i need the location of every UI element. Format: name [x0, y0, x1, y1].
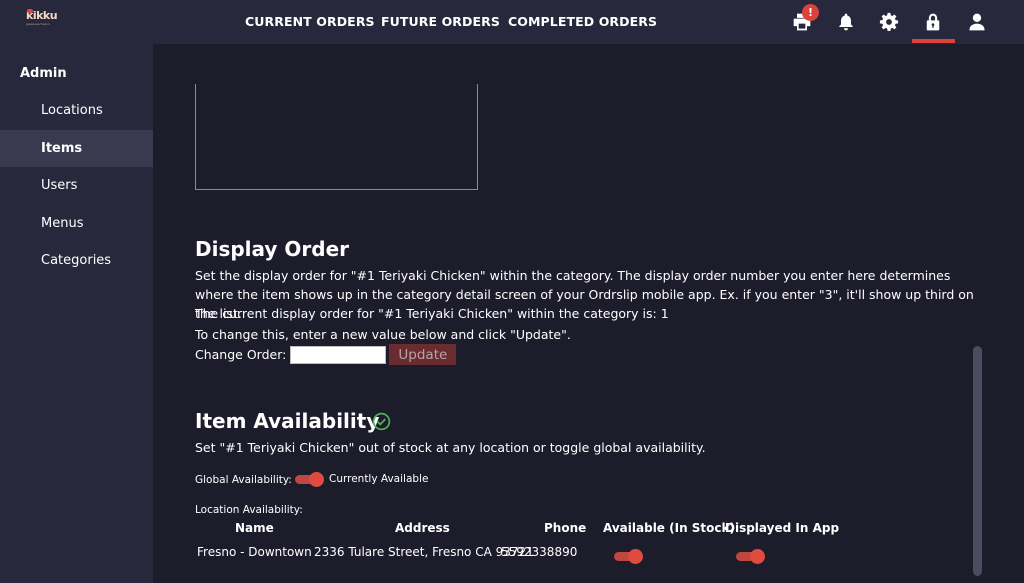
- location-name: Fresno - Downtown: [197, 545, 312, 559]
- main-scrollbar[interactable]: [973, 346, 982, 576]
- sidebar: Admin Locations Items Users Menus Catego…: [0, 44, 153, 583]
- availability-description: Set "#1 Teriyaki Chicken" out of stock a…: [195, 440, 706, 455]
- sidebar-item-users[interactable]: Users: [0, 167, 153, 204]
- location-availability-label: Location Availability:: [195, 504, 303, 516]
- brand-logo[interactable]: kikku japanese fusion: [26, 9, 58, 34]
- toggle-knob: [750, 549, 765, 564]
- toggle-knob: [628, 549, 643, 564]
- sidebar-item-categories[interactable]: Categories: [0, 242, 153, 279]
- user-icon[interactable]: [966, 11, 988, 33]
- logo-subtext: japanese fusion: [26, 22, 50, 26]
- display-order-title: Display Order: [195, 237, 350, 261]
- printer-alert-badge: !: [802, 4, 819, 21]
- item-image-frame[interactable]: [195, 84, 478, 190]
- location-phone: 5592338890: [501, 545, 578, 559]
- change-order-label: Change Order:: [195, 347, 287, 362]
- displayed-toggle[interactable]: [736, 549, 766, 564]
- global-availability-status: Currently Available: [329, 473, 429, 485]
- global-availability-toggle[interactable]: [295, 472, 325, 487]
- change-order-row: Change Order: Update: [195, 344, 457, 365]
- column-header-name: Name: [235, 521, 274, 535]
- available-toggle[interactable]: [614, 549, 644, 564]
- change-order-instruction: To change this, enter a new value below …: [195, 327, 571, 342]
- nav-current-orders[interactable]: CURRENT ORDERS: [245, 14, 375, 29]
- logo-accent: [27, 9, 33, 13]
- main-content: Display Order Set the display order for …: [153, 44, 1024, 583]
- column-header-available: Available (In Stock): [603, 521, 735, 535]
- active-tab-indicator: [912, 39, 955, 43]
- sidebar-item-locations[interactable]: Locations: [0, 92, 153, 129]
- column-header-phone: Phone: [544, 521, 587, 535]
- global-availability-label: Global Availability:: [195, 474, 292, 486]
- current-order-text: The current display order for "#1 Teriya…: [195, 306, 669, 321]
- column-header-address: Address: [395, 521, 450, 535]
- nav-future-orders[interactable]: FUTURE ORDERS: [381, 14, 500, 29]
- sidebar-item-menus[interactable]: Menus: [0, 205, 153, 242]
- top-bar: kikku japanese fusion CURRENT ORDERS FUT…: [0, 0, 1024, 44]
- lock-icon[interactable]: [922, 11, 944, 33]
- sidebar-item-items[interactable]: Items: [0, 130, 153, 167]
- check-circle-icon: [372, 412, 391, 431]
- order-input[interactable]: [290, 345, 387, 364]
- item-availability-title: Item Availability: [195, 409, 380, 433]
- column-header-displayed: Displayed In App: [725, 521, 840, 535]
- update-button[interactable]: Update: [389, 344, 457, 365]
- nav-completed-orders[interactable]: COMPLETED ORDERS: [508, 14, 657, 29]
- bell-icon[interactable]: [835, 11, 857, 33]
- gear-icon[interactable]: [878, 11, 900, 33]
- sidebar-title: Admin: [20, 66, 67, 81]
- toggle-knob: [309, 472, 324, 487]
